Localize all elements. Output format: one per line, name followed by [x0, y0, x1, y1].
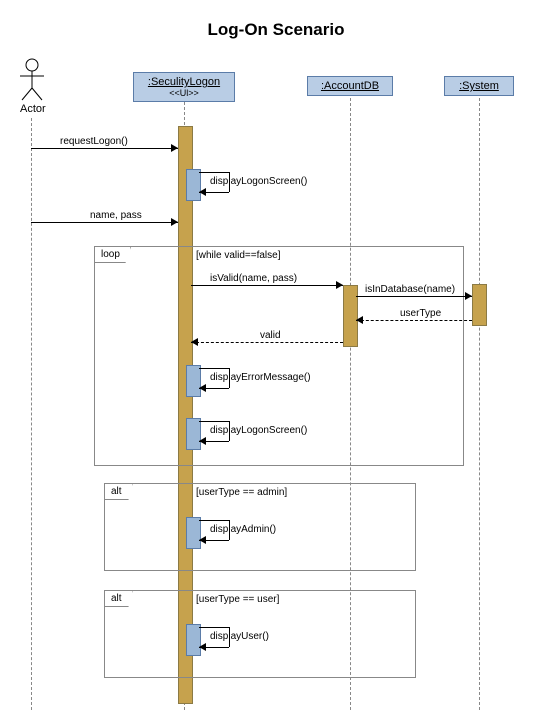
self-admin-top — [199, 520, 229, 521]
arrowhead-icon — [171, 144, 178, 152]
msg-isvalid — [191, 285, 343, 286]
frame-loop-guard: [while valid==false] — [196, 250, 281, 261]
arrowhead-icon — [199, 643, 206, 651]
arrowhead-icon — [199, 384, 206, 392]
lifeline-security: :SeculityLogon <<Ul>> — [133, 72, 235, 102]
msg-name-pass — [31, 222, 178, 223]
lifeline-accountdb-label: :AccountDB — [314, 80, 386, 92]
msg-display-error-label: displayErrorMessage() — [210, 372, 311, 383]
frame-alt-admin-operator: alt — [105, 484, 133, 500]
system-lifeline — [479, 98, 480, 710]
msg-display-logon-2-label: displayLogonScreen() — [210, 425, 307, 436]
arrowhead-icon — [336, 281, 343, 289]
lifeline-system-label: :System — [451, 80, 507, 92]
msg-isindatabase-label: isInDatabase(name) — [365, 284, 455, 295]
actor-lifeline — [31, 118, 32, 710]
frame-alt-admin-guard: [userType == admin] — [196, 487, 287, 498]
arrowhead-icon — [199, 188, 206, 196]
activation-self-logon2 — [186, 418, 201, 450]
msg-valid — [191, 342, 343, 343]
self-logon2-top — [199, 421, 229, 422]
msg-usertype-label: userType — [400, 308, 441, 319]
msg-display-user-label: displayUser() — [210, 631, 269, 642]
arrowhead-icon — [356, 316, 363, 324]
self-err-top — [199, 368, 229, 369]
self-user-top — [199, 627, 229, 628]
msg-display-logon-1-label: displayLogonScreen() — [210, 176, 307, 187]
arrowhead-icon — [199, 536, 206, 544]
msg-request-logon-label: requestLogon() — [60, 136, 128, 147]
lifeline-system: :System — [444, 76, 514, 96]
diagram-title: Log-On Scenario — [0, 20, 552, 40]
arrowhead-icon — [199, 437, 206, 445]
lifeline-security-stereo: <<Ul>> — [140, 88, 228, 98]
frame-alt-user-operator: alt — [105, 591, 133, 607]
lifeline-security-label: :SeculityLogon — [140, 76, 228, 88]
actor-label: Actor — [20, 103, 46, 115]
frame-alt-user-guard: [userType == user] — [196, 594, 279, 605]
frame-loop-operator: loop — [95, 247, 131, 263]
actor-icon — [18, 58, 46, 105]
msg-usertype — [356, 320, 472, 321]
self-msg-display-logon-1-top — [199, 172, 229, 173]
msg-isvalid-label: isValid(name, pass) — [210, 273, 297, 284]
msg-valid-label: valid — [260, 330, 281, 341]
msg-isindatabase — [356, 296, 472, 297]
lifeline-accountdb: :AccountDB — [307, 76, 393, 96]
activation-system — [472, 284, 487, 326]
arrowhead-icon — [465, 292, 472, 300]
msg-display-admin-label: displayAdmin() — [210, 524, 276, 535]
activation-self-1 — [186, 169, 201, 201]
activation-self-user — [186, 624, 201, 656]
arrowhead-icon — [171, 218, 178, 226]
sequence-diagram: Log-On Scenario Actor :SeculityLogon <<U… — [0, 0, 552, 717]
arrowhead-icon — [191, 338, 198, 346]
activation-self-admin — [186, 517, 201, 549]
activation-self-err — [186, 365, 201, 397]
msg-request-logon — [31, 148, 178, 149]
msg-name-pass-label: name, pass — [90, 210, 142, 221]
